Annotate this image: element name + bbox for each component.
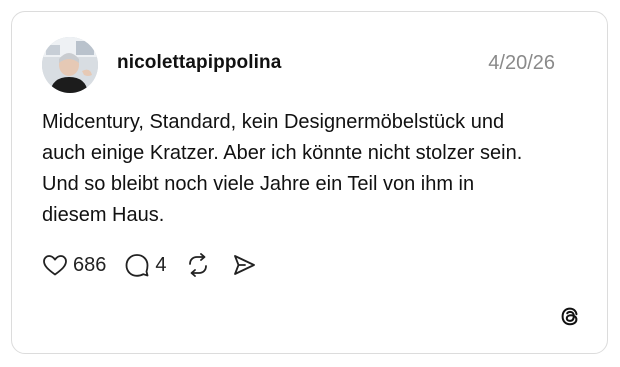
like-count: 686: [73, 253, 107, 276]
reply-count: 4: [155, 253, 167, 276]
like-button[interactable]: 686: [42, 253, 106, 277]
post-card: nicolettapippolina 4/20/26 Midcentury, S…: [11, 11, 608, 354]
threads-logo-icon: [557, 303, 583, 329]
reply-button[interactable]: 4: [124, 252, 167, 278]
avatar-photo: [42, 37, 98, 93]
avatar[interactable]: [42, 37, 98, 93]
post-date: 4/20/26: [488, 52, 555, 74]
post-text: Midcentury, Standard, kein Designermöbel…: [42, 111, 523, 226]
username[interactable]: nicolettapippolina: [117, 52, 281, 74]
share-button[interactable]: [231, 252, 257, 278]
repost-arrows-icon: [188, 253, 207, 277]
heart-icon: [43, 255, 67, 276]
send-icon: [233, 255, 255, 275]
repost-button[interactable]: [185, 252, 211, 278]
comment-bubble-icon: [125, 254, 149, 277]
action-bar: 686 4: [42, 250, 257, 280]
